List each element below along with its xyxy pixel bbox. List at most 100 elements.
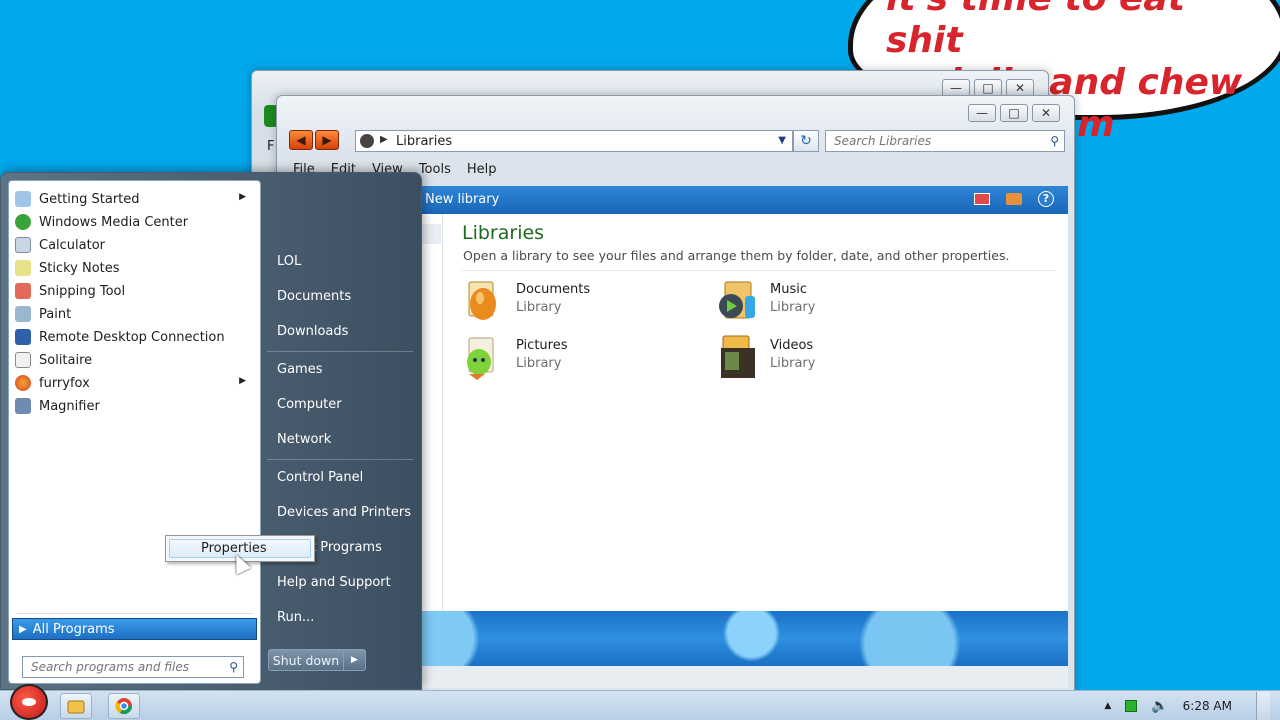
change-view-icon[interactable]: [974, 193, 990, 205]
link-help-and-support[interactable]: Help and Support: [277, 575, 391, 590]
back-button[interactable]: ◀: [289, 130, 313, 150]
show-hidden-icons-icon[interactable]: ▲: [1104, 701, 1111, 711]
link-devices-and-printers[interactable]: Devices and Printers: [277, 505, 411, 520]
furryfox-icon: [15, 375, 31, 391]
program-solitaire[interactable]: Solitaire: [12, 349, 256, 371]
volume-icon[interactable]: 🔈: [1151, 698, 1168, 714]
start-search-input[interactable]: [23, 657, 219, 677]
program-calculator[interactable]: Calculator: [12, 234, 256, 256]
library-documents[interactable]: Documents Library: [463, 278, 703, 328]
link-default-programs[interactable]: t Programs: [311, 540, 382, 555]
program-label: furryfox: [39, 375, 90, 391]
address-bar[interactable]: ▶ Libraries ▼: [355, 130, 793, 152]
program-label: Windows Media Center: [39, 214, 189, 230]
program-windows-media-center[interactable]: Windows Media Center: [12, 211, 256, 233]
system-tray: ▲ 🔈 6:28 AM: [1104, 691, 1280, 720]
library-name: Music: [770, 282, 807, 297]
forward-arrow-icon: ▶: [322, 133, 332, 147]
library-videos[interactable]: Videos Library: [717, 334, 957, 384]
close-icon: ✕: [1014, 81, 1026, 95]
start-menu-programs-pane: Getting Started ▶ Windows Media Center C…: [8, 180, 261, 684]
start-menu: Getting Started ▶ Windows Media Center C…: [0, 172, 422, 690]
libraries-content: Libraries Open a library to see your fil…: [442, 214, 1068, 611]
forward-button[interactable]: ▶: [315, 130, 339, 150]
submenu-arrow-icon: ▶: [239, 192, 246, 202]
link-run[interactable]: Run...: [277, 610, 314, 625]
menu-tools[interactable]: Tools: [419, 162, 451, 182]
page-description: Open a library to see your files and arr…: [463, 248, 1010, 263]
getting-started-icon: [15, 191, 31, 207]
separator: [17, 613, 253, 614]
program-magnifier[interactable]: Magnifier: [12, 395, 256, 417]
back-arrow-icon: ◀: [296, 133, 306, 147]
library-music[interactable]: Music Library: [717, 278, 957, 328]
close-button[interactable]: ✕: [1032, 104, 1060, 122]
network-icon[interactable]: [1125, 700, 1138, 712]
nav-buttons: ◀ ▶: [289, 130, 339, 150]
link-control-panel[interactable]: Control Panel: [277, 470, 363, 485]
program-sticky-notes[interactable]: Sticky Notes: [12, 257, 256, 279]
program-label: Solitaire: [39, 352, 93, 368]
all-programs-arrow-icon: ▶: [19, 623, 27, 635]
library-type: Library: [516, 356, 562, 371]
program-remote-desktop[interactable]: Remote Desktop Connection: [12, 326, 256, 348]
program-label: Remote Desktop Connection: [39, 329, 225, 345]
program-label: Paint: [39, 306, 72, 322]
command-bar-icons: ?: [974, 191, 1054, 207]
taskbar-explorer-button[interactable]: [60, 693, 92, 719]
library-pictures[interactable]: Pictures Library: [463, 334, 703, 384]
chrome-icon: [115, 698, 133, 715]
taskbar: ▲ 🔈 6:28 AM: [0, 690, 1280, 720]
program-label: Getting Started: [39, 191, 140, 207]
link-documents[interactable]: Documents: [277, 289, 351, 304]
shutdown-button[interactable]: Shut down: [268, 649, 344, 671]
shutdown-options-button[interactable]: ▶: [344, 649, 366, 671]
media-center-icon: [15, 214, 31, 230]
folder-icon: [67, 700, 85, 714]
library-name: Documents: [516, 282, 591, 297]
new-library-button[interactable]: New library: [425, 192, 499, 207]
caption-buttons: — □ ✕: [968, 104, 1060, 122]
library-type: Library: [516, 300, 562, 315]
address-text[interactable]: Libraries: [396, 134, 452, 149]
videos-library-icon: [721, 335, 755, 378]
program-getting-started[interactable]: Getting Started ▶: [12, 188, 256, 210]
link-downloads[interactable]: Downloads: [277, 324, 348, 339]
paint-icon: [15, 306, 31, 322]
minimize-button[interactable]: —: [968, 104, 996, 122]
menu-help[interactable]: Help: [467, 162, 497, 182]
search-libraries-input[interactable]: [826, 131, 1036, 151]
taskbar-chrome-button[interactable]: [108, 693, 140, 719]
start-button[interactable]: [10, 684, 48, 720]
clock[interactable]: 6:28 AM: [1183, 699, 1232, 713]
refresh-icon: ↻: [800, 133, 812, 149]
separator: [267, 459, 413, 460]
submenu-arrow-icon: ▶: [239, 376, 246, 386]
preview-pane-icon[interactable]: [1006, 193, 1022, 205]
separator: [267, 351, 413, 352]
link-computer[interactable]: Computer: [277, 397, 342, 412]
search-libraries-box[interactable]: ⚲: [825, 130, 1065, 152]
help-icon[interactable]: ?: [1038, 191, 1054, 207]
snipping-tool-icon: [15, 283, 31, 299]
program-paint[interactable]: Paint: [12, 303, 256, 325]
music-library-icon: [719, 281, 755, 319]
maximize-button[interactable]: □: [1000, 104, 1028, 122]
menu-file-partial[interactable]: F: [267, 139, 274, 154]
breadcrumb-chevron-icon[interactable]: ▶: [380, 134, 388, 145]
maximize-icon: □: [982, 81, 994, 95]
program-snipping-tool[interactable]: Snipping Tool: [12, 280, 256, 302]
all-programs-button[interactable]: ▶ All Programs: [12, 618, 257, 640]
page-title: Libraries: [462, 222, 545, 244]
program-furryfox[interactable]: furryfox ▶: [12, 372, 256, 394]
refresh-button[interactable]: ↻: [793, 130, 819, 152]
link-lol[interactable]: LOL: [277, 254, 301, 269]
show-desktop-button[interactable]: [1256, 692, 1270, 720]
start-search-box[interactable]: ⚲: [22, 656, 244, 678]
address-dropdown-icon[interactable]: ▼: [778, 135, 786, 146]
magnifier-icon: [15, 398, 31, 414]
link-games[interactable]: Games: [277, 362, 322, 377]
divider: [462, 270, 1056, 271]
library-type: Library: [770, 356, 816, 371]
link-network[interactable]: Network: [277, 432, 331, 447]
